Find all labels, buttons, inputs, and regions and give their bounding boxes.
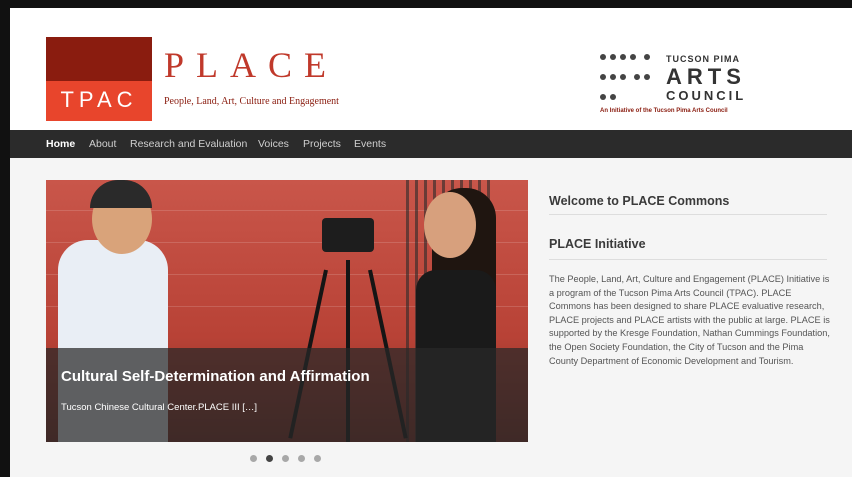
welcome-heading: Welcome to PLACE Commons (549, 194, 730, 208)
site-title[interactable]: PLACE (164, 44, 338, 86)
nav-item-projects[interactable]: Projects (303, 130, 341, 158)
pager-dot-2[interactable] (266, 455, 273, 462)
logo-tpac-text: TPAC (60, 87, 138, 112)
site-subtitle: People, Land, Art, Culture and Engagemen… (164, 96, 339, 107)
slide-title[interactable]: Cultural Self-Determination and Affirmat… (61, 368, 370, 385)
nav-item-home[interactable]: Home (46, 130, 75, 158)
nav-item-voices[interactable]: Voices (258, 130, 289, 158)
initiative-heading: PLACE Initiative (549, 237, 646, 251)
nav-item-research[interactable]: Research and Evaluation (130, 130, 247, 158)
nav-item-events[interactable]: Events (354, 130, 386, 158)
pager-dot-5[interactable] (314, 455, 321, 462)
tpac-logo[interactable]: TPAC (46, 37, 152, 121)
arts-council-line1: TUCSON PIMA (666, 54, 740, 64)
divider (549, 214, 827, 215)
nav-item-about[interactable]: About (89, 130, 116, 158)
arts-council-line2: ARTS (666, 64, 746, 89)
pager-dot-4[interactable] (298, 455, 305, 462)
pager-dot-3[interactable] (282, 455, 289, 462)
dots-icon (600, 54, 660, 114)
arts-council-line3: COUNCIL (666, 88, 747, 103)
site-header: TPAC PLACE People, Land, Art, Culture an… (10, 8, 852, 130)
main-nav: Home About Research and Evaluation Voice… (10, 130, 852, 158)
pager-dot-1[interactable] (250, 455, 257, 462)
slide-caption-band (46, 348, 528, 442)
divider (549, 259, 827, 260)
logo-top-block (46, 37, 152, 81)
arts-council-logo[interactable]: TUCSON PIMA ARTS COUNCIL An Initiative o… (600, 48, 770, 118)
page-frame: TPAC PLACE People, Land, Art, Culture an… (10, 8, 852, 477)
featured-slider[interactable]: Cultural Self-Determination and Affirmat… (46, 180, 528, 442)
arts-council-tagline: An Initiative of the Tucson Pima Arts Co… (600, 108, 728, 114)
slide-excerpt[interactable]: Tucson Chinese Cultural Center.PLACE III… (61, 402, 257, 413)
video-camera-icon (322, 218, 374, 252)
initiative-body: The People, Land, Art, Culture and Engag… (549, 274, 830, 366)
